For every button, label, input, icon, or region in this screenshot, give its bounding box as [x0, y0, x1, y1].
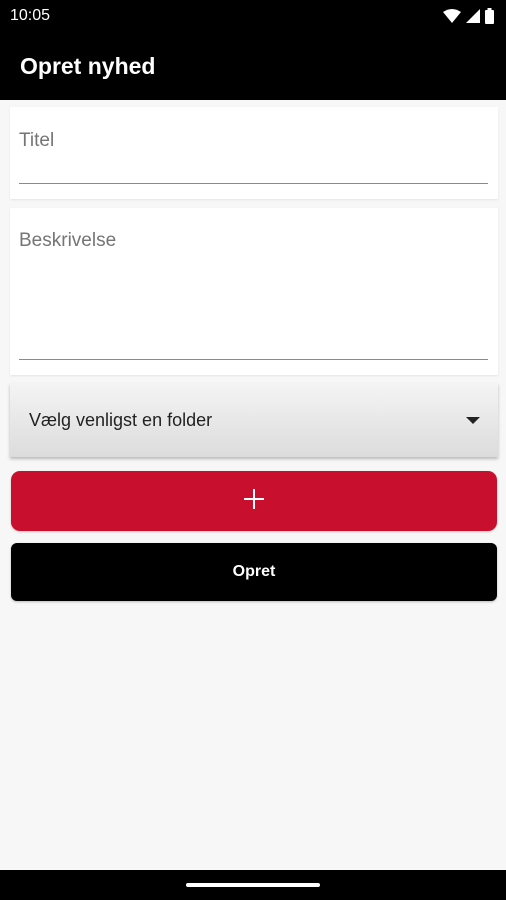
add-button[interactable] — [11, 471, 497, 531]
app-bar: Opret nyhed — [0, 32, 506, 100]
dropdown-arrow-icon — [466, 416, 480, 424]
create-button-label: Opret — [232, 563, 276, 580]
battery-icon — [485, 8, 494, 24]
folder-select[interactable]: Vælg venligst en folder — [10, 383, 498, 457]
description-field-placeholder: Beskrivelse — [19, 230, 117, 251]
status-bar: 10:05 — [0, 0, 506, 32]
description-field-underline — [19, 359, 488, 360]
create-button[interactable]: Opret — [11, 543, 497, 601]
plus-icon — [243, 488, 265, 515]
title-field-underline — [19, 183, 488, 184]
navigation-bar — [0, 870, 506, 900]
description-field[interactable]: Beskrivelse — [10, 208, 498, 375]
title-field-placeholder: Titel — [19, 130, 55, 151]
home-handle[interactable] — [186, 883, 320, 887]
page-title: Opret nyhed — [20, 52, 156, 79]
wifi-icon — [443, 9, 461, 23]
folder-select-value: Vælg venligst en folder — [29, 409, 213, 430]
title-field[interactable]: Titel — [10, 107, 498, 199]
signal-icon — [466, 9, 480, 23]
status-icons — [443, 8, 494, 24]
status-time: 10:05 — [10, 7, 51, 24]
